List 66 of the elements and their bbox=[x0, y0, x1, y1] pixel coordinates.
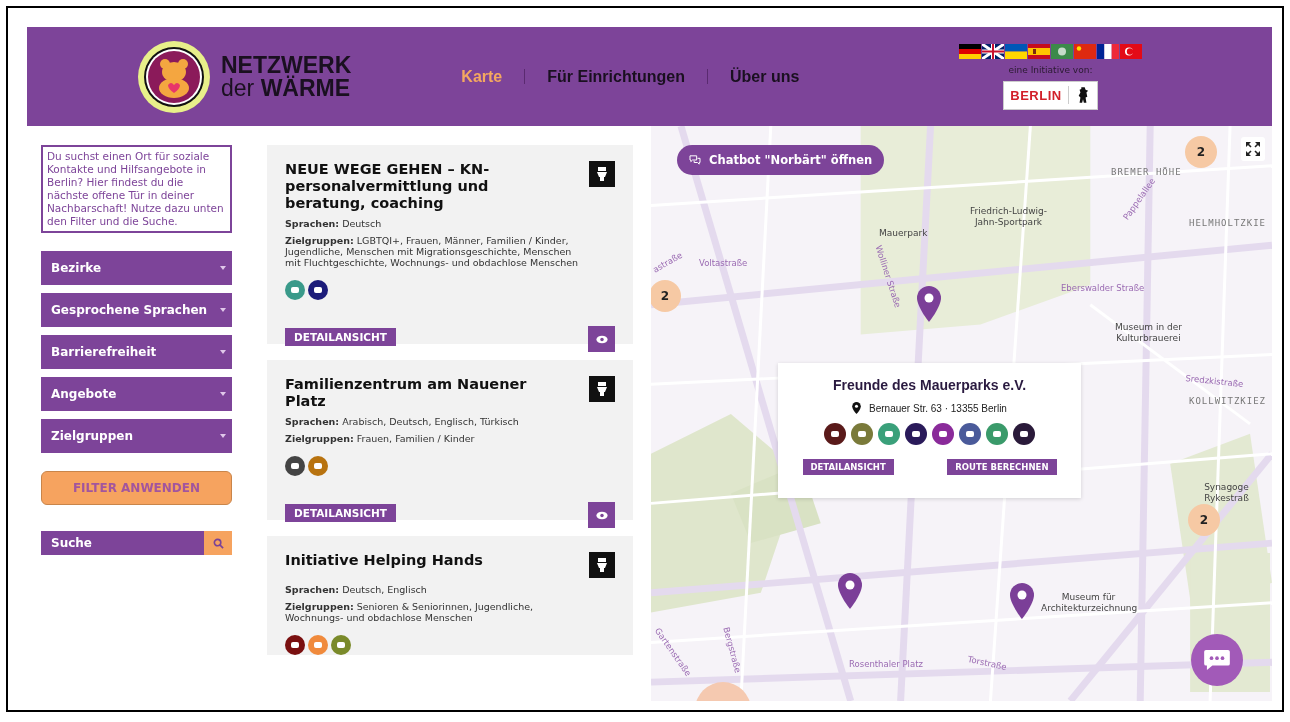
search-button[interactable] bbox=[204, 531, 232, 555]
map-label: Sredzkistraße bbox=[1184, 373, 1244, 389]
fullscreen-icon bbox=[1245, 141, 1261, 157]
map-label: Voltastraße bbox=[699, 258, 748, 268]
eye-icon bbox=[595, 334, 608, 344]
languages-text: Sprachen: Deutsch, Englisch bbox=[285, 584, 428, 595]
map-label: Rosenthaler Platz bbox=[849, 659, 923, 669]
target-groups-text: Zielgruppen: Frauen, Familien / Kinder bbox=[285, 433, 476, 444]
filter-dropdown[interactable]: Angebote bbox=[41, 377, 232, 411]
card-title[interactable]: NEUE WEGE GEHEN – KN-personalvermittlung und beratung, coaching bbox=[285, 161, 569, 212]
bear-logo-icon bbox=[137, 39, 211, 114]
location-pin-icon bbox=[852, 402, 862, 414]
flag-icon[interactable] bbox=[959, 43, 981, 59]
target-groups-text: Zielgruppen: LGBTQI+, Frauen, Männer, Familien / Kinder, Jugendliche, Menschen mit Migrationsgeschichte, Menschen mit Fluchtgeschichte, Wochnungs- und obdachlose Menschen bbox=[285, 235, 580, 268]
chatbot-button[interactable]: Chatbot "Norbärt" öffnen bbox=[677, 145, 885, 175]
map-label: Torstraße bbox=[966, 654, 1008, 672]
filter-dropdown[interactable]: Barrierefreiheit bbox=[41, 335, 232, 369]
caret-icon bbox=[220, 266, 226, 270]
caret-icon bbox=[220, 350, 226, 354]
flag-icon[interactable] bbox=[1028, 43, 1050, 59]
caret-icon bbox=[220, 308, 226, 312]
map-label: Museum für Architekturzeichnung bbox=[1041, 592, 1136, 614]
detail-button[interactable]: DETAILANSICHT bbox=[285, 504, 396, 522]
toilet-icon bbox=[589, 376, 615, 402]
toilet-icon bbox=[589, 552, 615, 578]
popup-title: Freunde des Mauerparks e.V. bbox=[832, 377, 1027, 393]
toilet-icon bbox=[589, 161, 615, 187]
berlin-logo[interactable]: BERLIN bbox=[1003, 80, 1098, 110]
popup-address: Bernauer Str. 63 · 13355 Berlin bbox=[869, 402, 1007, 414]
popup-button[interactable]: ROUTE BERECHNEN bbox=[947, 459, 1057, 475]
detail-button[interactable]: DETAILANSICHT bbox=[285, 328, 396, 346]
filter-dropdown[interactable]: Zielgruppen bbox=[41, 419, 232, 453]
show-on-map-button[interactable] bbox=[588, 502, 615, 528]
map-label: Mauerpark bbox=[879, 228, 928, 239]
chat-icon bbox=[689, 155, 701, 165]
map-label: Museum in der Kulturbrauerei bbox=[1113, 322, 1183, 344]
map-label: BREMER HÖHE bbox=[1111, 167, 1182, 177]
chat-bubble-icon bbox=[1203, 649, 1231, 671]
nav-link[interactable]: Karte bbox=[461, 67, 503, 86]
languages-text: Sprachen: Arabisch, Deutsch, Englisch, Türkisch bbox=[285, 416, 520, 427]
caret-icon bbox=[220, 392, 226, 396]
target-groups-text: Zielgruppen: Senioren & Seniorinnen, Jugendliche, Wochnungs- und obdachlose Menschen bbox=[285, 601, 535, 623]
flag-icon[interactable] bbox=[982, 43, 1004, 59]
card-title[interactable]: Initiative Helping Hands bbox=[285, 552, 483, 569]
map-pin-icon[interactable] bbox=[1010, 583, 1034, 619]
caret-icon bbox=[220, 434, 226, 438]
map-label: HELMHOLTZKIE bbox=[1189, 218, 1267, 228]
map-pin-icon[interactable] bbox=[917, 286, 941, 322]
eye-icon bbox=[595, 510, 608, 520]
intro-text: Du suchst einen Ort für soziale Kontakte und Hilfsangebote in Berlin? Hier findest du die nächste offene Tür in deiner Nachbarschaft! Nutze dazu unten den Filter und die Suche. bbox=[41, 145, 232, 233]
map-label: Eberswalder Straße bbox=[1061, 283, 1145, 293]
fullscreen-button[interactable] bbox=[1241, 137, 1265, 161]
popup-button[interactable]: DETAILANSICHT bbox=[802, 459, 894, 475]
map-label: Synagoge Rykestraß bbox=[1203, 482, 1250, 504]
flag-icon[interactable] bbox=[1097, 43, 1119, 59]
search-field[interactable]: Suche bbox=[41, 531, 204, 555]
languages-text: Sprachen: Deutsch bbox=[285, 218, 383, 229]
map-label: KOLLWITZKIEZ bbox=[1189, 396, 1267, 406]
filter-dropdown[interactable]: Bezirke bbox=[41, 251, 232, 285]
show-on-map-button[interactable] bbox=[588, 326, 615, 352]
search-icon bbox=[212, 537, 224, 549]
map-pin-icon[interactable] bbox=[838, 573, 862, 609]
map-label: Friedrich-Ludwig-Jahn-Sportpark bbox=[968, 206, 1049, 228]
card-title[interactable]: Familienzentrum am Nauener Platz bbox=[285, 376, 569, 410]
filter-dropdown[interactable]: Gesprochene Sprachen bbox=[41, 293, 232, 327]
initiative-label: eine Initiative von: bbox=[1008, 64, 1093, 75]
